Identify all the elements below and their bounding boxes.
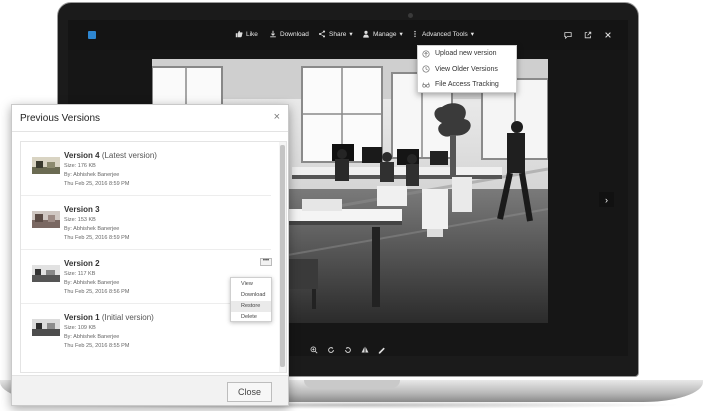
- version-author: By: Abhishek Banerjee: [64, 280, 120, 286]
- version-title: Version 4 (Latest version): [64, 151, 157, 160]
- menu-item-label: File Access Tracking: [435, 81, 499, 89]
- flip-icon[interactable]: [361, 341, 369, 354]
- previous-versions-dialog: Previous Versions × Version 4 (Latest ve…: [11, 104, 289, 406]
- more-options-button[interactable]: •••: [260, 258, 272, 266]
- like-button[interactable]: Like: [235, 30, 258, 38]
- version-thumbnail: [32, 211, 60, 228]
- next-page-button[interactable]: ›: [599, 192, 614, 207]
- version-name: Version 4: [64, 151, 100, 160]
- menu-item-upload-new-version[interactable]: Upload new version: [418, 46, 516, 62]
- viewer-bottom-controls: [310, 341, 386, 354]
- rotate-left-icon[interactable]: [344, 341, 352, 353]
- thumbs-up-icon: [235, 30, 243, 38]
- version-size: Size: 117 KB: [64, 271, 96, 277]
- version-name: Version 1: [64, 313, 100, 322]
- version-thumbnail: [32, 265, 60, 282]
- chevron-down-icon: ▾: [470, 31, 475, 38]
- like-label: Like: [246, 30, 258, 38]
- context-item-view[interactable]: View: [231, 278, 271, 289]
- external-link-icon: [584, 31, 592, 39]
- close-icon: [605, 32, 611, 38]
- version-name: Version 3: [64, 205, 100, 214]
- chevron-right-icon: ›: [605, 194, 608, 205]
- version-date: Thu Feb 25, 2016 8:59 PM: [64, 235, 130, 241]
- download-label: Download: [280, 30, 309, 38]
- close-viewer-button[interactable]: [603, 30, 613, 40]
- upload-circle-icon: [422, 50, 430, 58]
- context-item-download[interactable]: Download: [231, 289, 271, 300]
- version-size: Size: 109 KB: [64, 325, 96, 331]
- scrollbar[interactable]: [279, 142, 286, 372]
- vertical-dots-icon: [414, 30, 416, 38]
- menu-item-label: Upload new version: [435, 50, 497, 58]
- version-date: Thu Feb 25, 2016 8:59 PM: [64, 181, 130, 187]
- webcam: [408, 13, 413, 18]
- rotate-right-icon[interactable]: [327, 341, 335, 353]
- version-size: Size: 153 KB: [64, 217, 96, 223]
- versions-list: Version 4 (Latest version) Size: 176 KB …: [20, 141, 287, 373]
- laptop-notch: [304, 380, 400, 388]
- share-button[interactable]: Share ▾: [318, 30, 353, 38]
- dialog-title: Previous Versions: [20, 113, 101, 124]
- share-icon: [318, 30, 326, 38]
- version-title: Version 3: [64, 205, 100, 214]
- dialog-footer: Close: [12, 375, 288, 405]
- version-date: Thu Feb 25, 2016 8:55 PM: [64, 343, 130, 349]
- clock-icon: [422, 65, 430, 73]
- open-external-button[interactable]: [583, 30, 593, 40]
- download-icon: [270, 30, 276, 38]
- version-author: By: Abhishek Banerjee: [64, 226, 120, 232]
- manage-button[interactable]: Manage ▾: [362, 30, 403, 38]
- version-date: Thu Feb 25, 2016 8:56 PM: [64, 289, 130, 295]
- version-thumbnail: [32, 319, 60, 336]
- version-title: Version 2: [64, 259, 100, 268]
- version-note: (Initial version): [101, 313, 154, 322]
- version-note: (Latest version): [101, 151, 157, 160]
- app-logo-icon: [88, 31, 96, 39]
- version-context-menu: View Download Restore Delete: [230, 277, 272, 322]
- version-item[interactable]: Version 3 Size: 153 KB By: Abhishek Bane…: [21, 196, 271, 250]
- context-item-delete[interactable]: Delete: [231, 312, 271, 323]
- menu-item-view-older-versions[interactable]: View Older Versions: [418, 62, 516, 78]
- comments-button[interactable]: [563, 30, 573, 40]
- version-size: Size: 176 KB: [64, 163, 96, 169]
- version-name: Version 2: [64, 259, 100, 268]
- version-author: By: Abhishek Banerjee: [64, 334, 120, 340]
- menu-item-label: View Older Versions: [435, 65, 498, 73]
- close-button[interactable]: Close: [227, 382, 272, 402]
- scrollbar-thumb[interactable]: [280, 145, 285, 367]
- user-icon: [363, 30, 369, 38]
- menu-item-file-access-tracking[interactable]: File Access Tracking: [418, 77, 516, 93]
- version-thumbnail: [32, 157, 60, 174]
- version-item[interactable]: Version 4 (Latest version) Size: 176 KB …: [21, 142, 271, 196]
- manage-label: Manage: [373, 30, 397, 38]
- version-title: Version 1 (Initial version): [64, 313, 154, 322]
- glasses-icon: [422, 82, 430, 88]
- share-label: Share: [329, 30, 347, 38]
- context-item-restore[interactable]: Restore: [231, 300, 271, 312]
- advanced-tools-menu: Upload new version View Older Versions F…: [417, 45, 517, 93]
- chevron-down-icon: ▾: [399, 31, 403, 38]
- viewer-toolbar: Like Download Share ▾ Manage ▾ Advanced …: [68, 20, 628, 50]
- zoom-in-icon[interactable]: [310, 341, 318, 354]
- close-icon[interactable]: ×: [274, 111, 280, 123]
- advanced-tools-button[interactable]: Advanced Tools ▾: [411, 30, 474, 38]
- annotate-icon[interactable]: [378, 341, 386, 354]
- advanced-tools-label: Advanced Tools: [422, 30, 468, 38]
- dialog-header: Previous Versions ×: [12, 105, 288, 132]
- chevron-down-icon: ▾: [349, 31, 353, 38]
- version-author: By: Abhishek Banerjee: [64, 172, 120, 178]
- chat-bubble-icon: [564, 32, 572, 39]
- download-button[interactable]: Download: [269, 30, 309, 38]
- stage: Like Download Share ▾ Manage ▾ Advanced …: [0, 0, 703, 411]
